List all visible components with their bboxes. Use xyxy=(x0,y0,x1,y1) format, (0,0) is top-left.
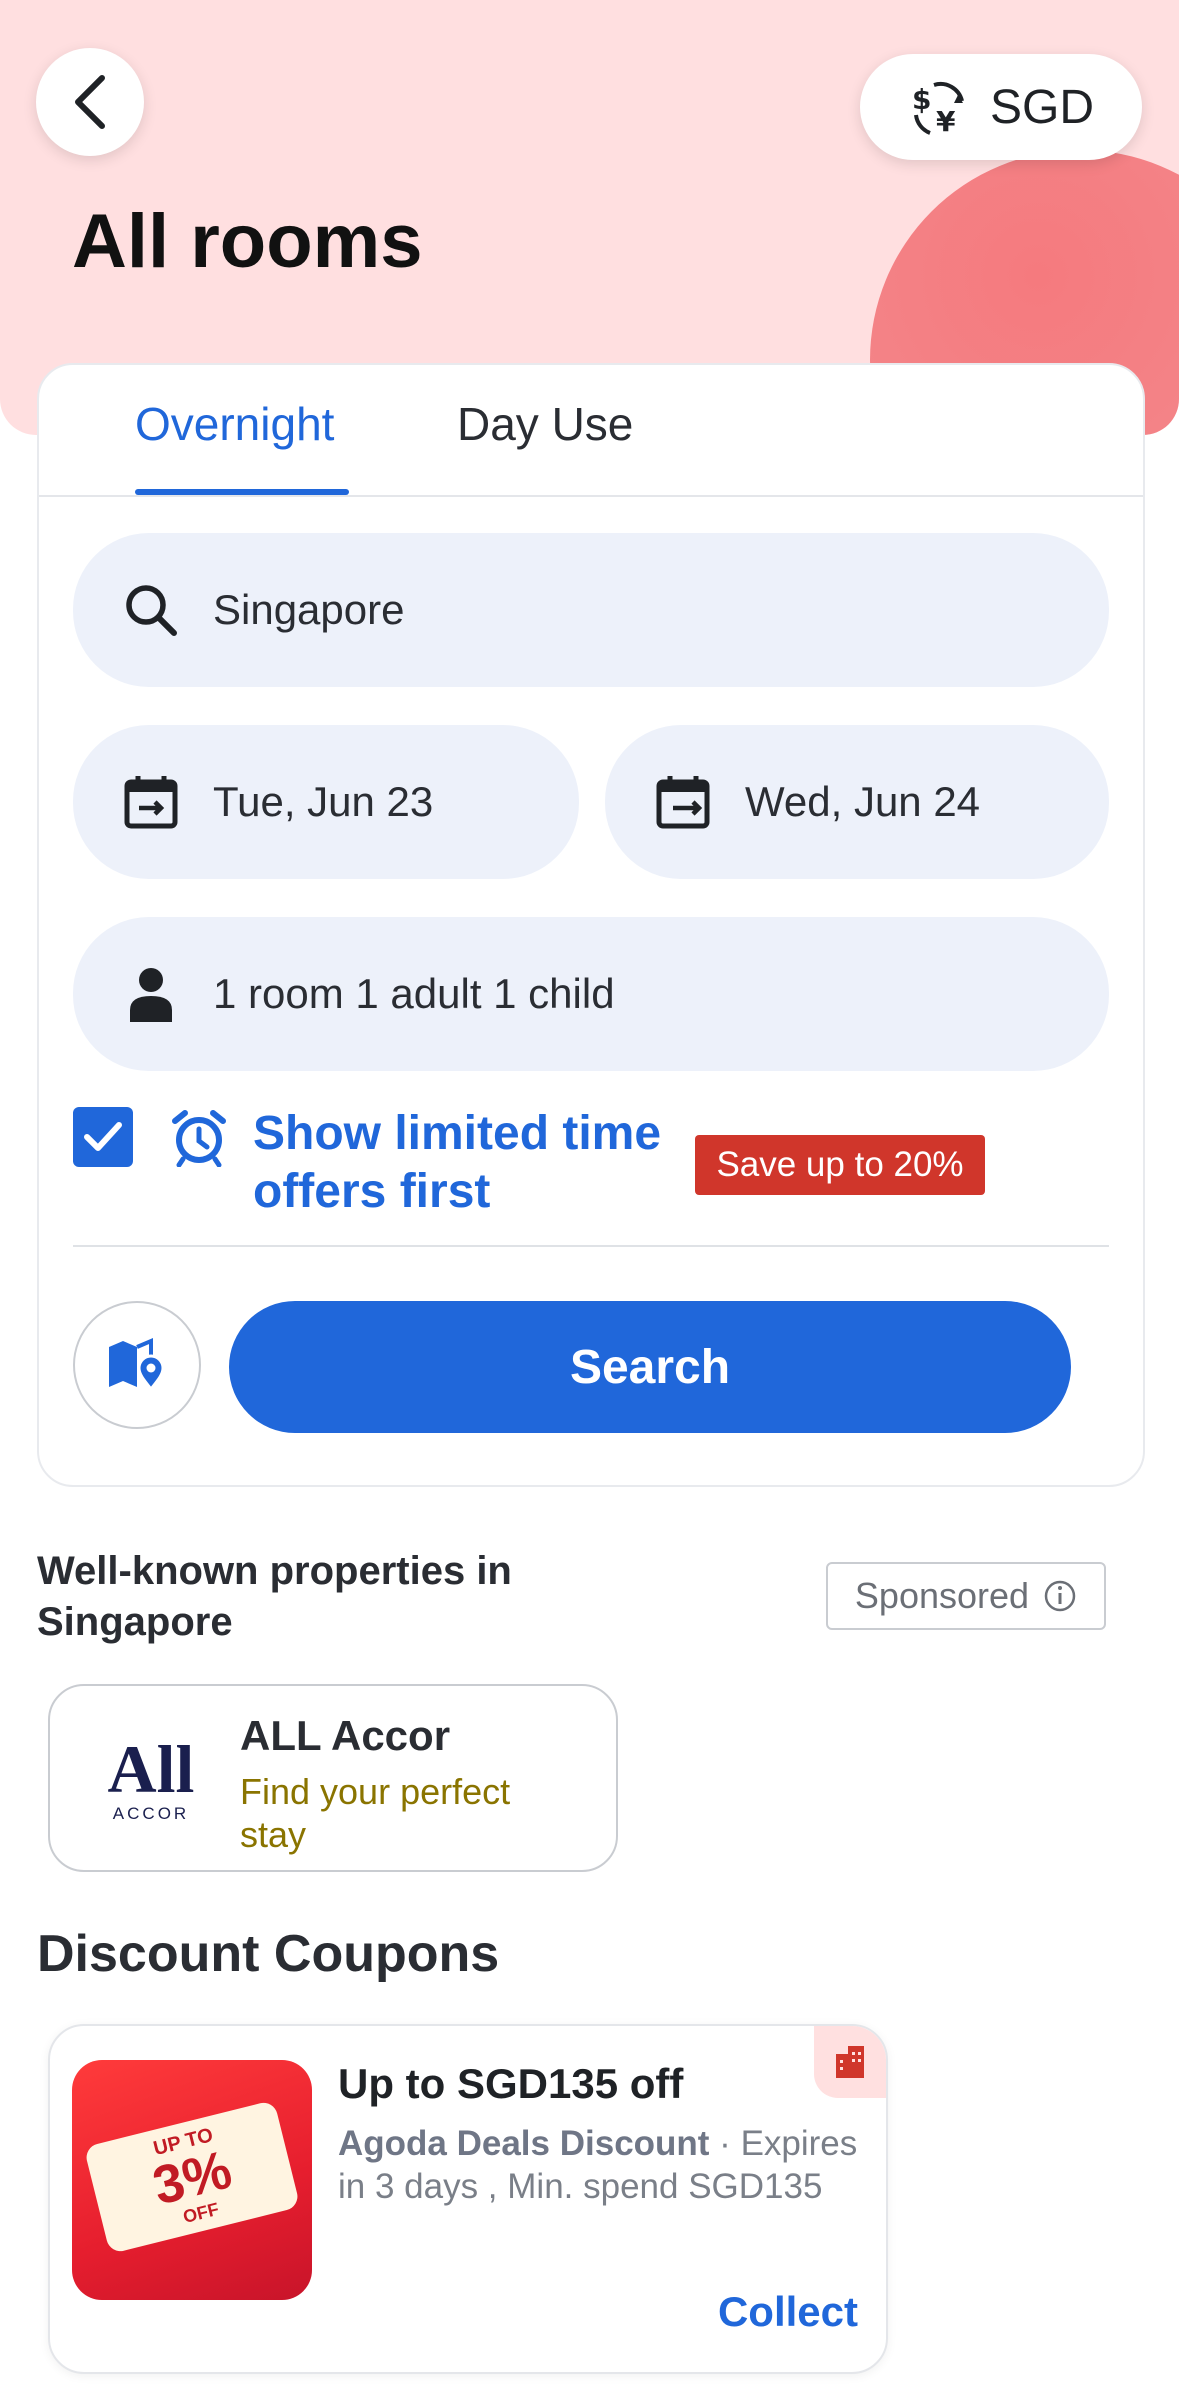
ticket-graphic: UP TO 3% OFF xyxy=(83,2099,301,2255)
occupancy-value: 1 room 1 adult 1 child xyxy=(213,970,615,1017)
check-in-value: Tue, Jun 23 xyxy=(213,778,434,825)
search-icon xyxy=(121,580,181,640)
chevron-left-icon xyxy=(75,75,105,129)
divider xyxy=(73,1245,1109,1247)
coupon-description: Agoda Deals Discount · Expires in 3 days… xyxy=(338,2122,858,2208)
currency-button[interactable]: $ ¥ SGD xyxy=(860,54,1142,160)
currency-exchange-icon: $ ¥ xyxy=(912,82,964,137)
occupancy-field[interactable]: 1 room 1 adult 1 child xyxy=(73,917,1109,1071)
svg-text:¥: ¥ xyxy=(936,105,956,137)
hotel-building-icon xyxy=(814,2026,886,2098)
accor-logo: All ACCOR xyxy=(107,1731,195,1823)
accor-property-card[interactable]: All ACCOR ALL Accor Find your perfect st… xyxy=(48,1684,618,1872)
coupon-ticket-image: UP TO 3% OFF xyxy=(72,2060,312,2300)
coupon-card[interactable]: UP TO 3% OFF Up to SGD135 off Agoda Deal… xyxy=(48,2024,888,2374)
sponsored-badge[interactable]: Sponsored xyxy=(826,1562,1106,1630)
collect-button[interactable]: Collect xyxy=(718,2288,858,2336)
property-name: ALL Accor xyxy=(240,1712,451,1759)
map-pin-icon xyxy=(109,1337,165,1392)
coupon-title: Up to SGD135 off xyxy=(338,2060,684,2107)
discount-coupons-title: Discount Coupons xyxy=(37,1925,500,1983)
sponsored-label: Sponsored xyxy=(854,1575,1030,1616)
checkmark-icon xyxy=(84,1122,122,1151)
check-in-field[interactable]: Tue, Jun 23 xyxy=(73,725,579,879)
back-button[interactable] xyxy=(36,48,144,156)
limited-offer-label[interactable]: Show limited time offers first xyxy=(253,1105,683,1221)
alarm-clock-icon xyxy=(169,1107,229,1168)
calendar-check-in-icon xyxy=(121,772,181,832)
destination-field[interactable]: Singapore xyxy=(73,533,1109,687)
svg-text:$: $ xyxy=(912,83,931,116)
tab-bar: Overnight Day Use xyxy=(39,365,1143,497)
page-title: All rooms xyxy=(72,199,423,284)
coupon-brand: Agoda Deals Discount xyxy=(338,2124,710,2163)
search-button[interactable]: Search xyxy=(229,1301,1071,1433)
save-badge: Save up to 20% xyxy=(695,1135,985,1195)
active-tab-indicator xyxy=(135,489,349,495)
check-out-value: Wed, Jun 24 xyxy=(745,778,981,825)
calendar-check-out-icon xyxy=(653,772,713,832)
destination-value: Singapore xyxy=(213,586,405,633)
tab-day-use[interactable]: Day Use xyxy=(457,397,633,451)
check-out-field[interactable]: Wed, Jun 24 xyxy=(605,725,1109,879)
well-known-title: Well-known properties in Singapore xyxy=(37,1549,512,1644)
property-subtitle: Find your perfect stay xyxy=(240,1771,511,1855)
limited-offer-checkbox[interactable] xyxy=(73,1107,133,1167)
info-icon xyxy=(1044,1580,1076,1612)
currency-label: SGD xyxy=(989,80,1094,134)
person-icon xyxy=(121,964,181,1024)
tab-overnight[interactable]: Overnight xyxy=(135,397,334,451)
coupon-separator: · xyxy=(709,2124,741,2163)
map-button[interactable] xyxy=(73,1301,201,1429)
search-card: Overnight Day Use Singapore Tue, Jun 23 xyxy=(37,363,1145,1487)
